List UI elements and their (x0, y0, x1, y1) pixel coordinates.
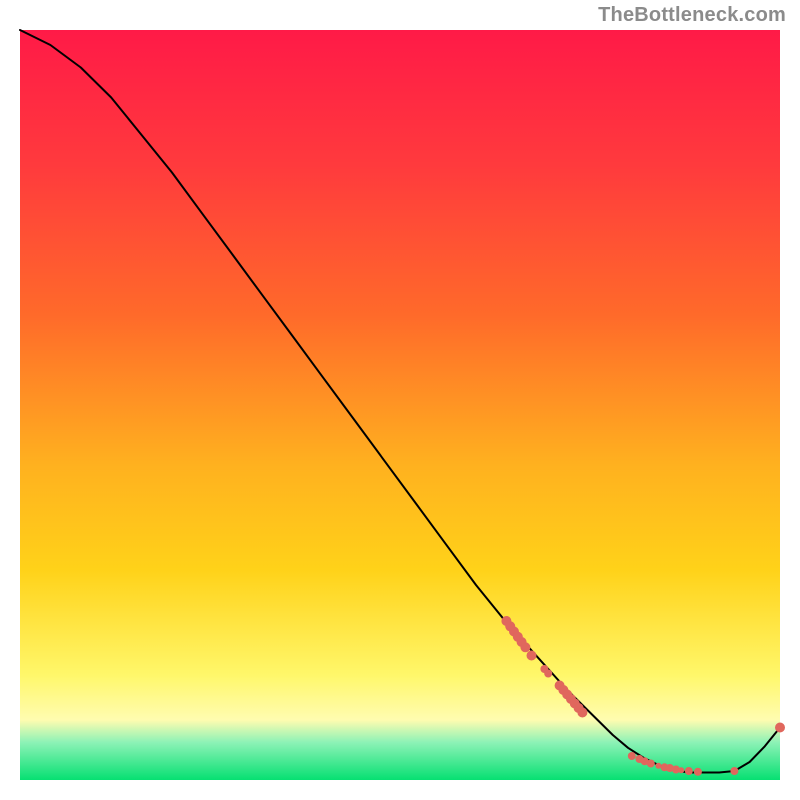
data-dot (694, 768, 702, 776)
data-dot (685, 767, 693, 775)
data-dot (647, 760, 655, 768)
data-dot (628, 752, 636, 760)
chart-stage: TheBottleneck.com (0, 0, 800, 800)
bottleneck-chart (0, 0, 800, 800)
gradient-background (20, 30, 780, 780)
data-dot (775, 723, 785, 733)
data-dot (655, 763, 661, 769)
data-dot (730, 767, 738, 775)
data-dot (577, 708, 587, 718)
data-dot (678, 767, 684, 773)
data-dot (527, 651, 537, 661)
data-dot (544, 670, 552, 678)
data-dot (520, 642, 530, 652)
